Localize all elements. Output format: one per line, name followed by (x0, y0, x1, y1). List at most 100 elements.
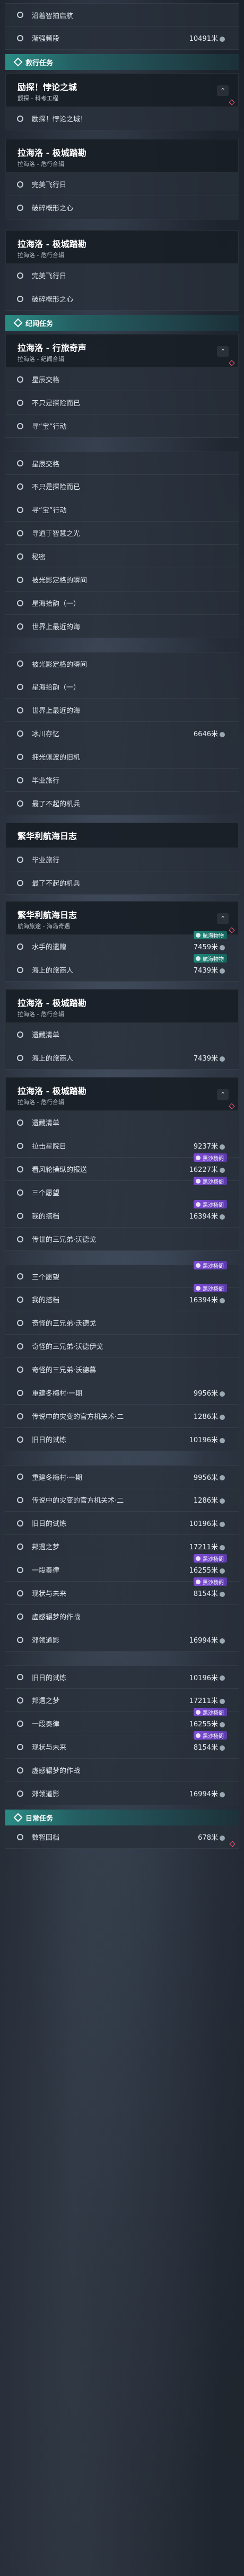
quest-row[interactable]: 旧日的试炼 10196米 (5, 1512, 239, 1535)
quest-row[interactable]: 现状与未来 8154米 黑沙杨阁 (5, 1731, 239, 1759)
quest-group-header[interactable]: 拉海洛 - 行旅奇声 拉海洛 - 纪闻合辑 ⌃ (5, 334, 239, 368)
quest-row[interactable]: 海上的旅商人 7439米 航海物物 (5, 954, 239, 982)
quest-label: 励探！悖论之城！ (32, 116, 88, 123)
quest-row[interactable]: 重建冬梅村·一期 9956米 (5, 1381, 239, 1405)
log-title: 繁华利航海日志 (18, 831, 77, 841)
quest-row[interactable]: 奇怪的三兄弟·沃德伊戈 (5, 1335, 239, 1358)
quest-label: 旧日的试炼 (32, 1436, 67, 1444)
quest-row[interactable]: 星海拾韵（一） (5, 592, 239, 615)
quest-status-circle-icon (17, 34, 23, 41)
quest-group-header[interactable]: 拉海洛 - 极城踏勘 拉海洛 - 危行合辑 (5, 139, 239, 173)
quest-row[interactable]: 旧日的试炼 10196米 (5, 1665, 239, 1689)
quest-group-header[interactable]: 励探！悖论之城 颤探 - 科考工程 ⌃ (5, 73, 239, 107)
quest-status-circle-icon (17, 1319, 23, 1326)
quest-row[interactable]: 郊领道影 16994米 (5, 1782, 239, 1805)
quest-status-circle-icon (17, 1343, 23, 1349)
quest-group-header[interactable]: 繁华利航海日志 航海旅途 - 海岛奇遇 ⌃ (5, 901, 239, 935)
collapse-chevron-icon[interactable]: ⌃ (217, 1089, 229, 1100)
quest-row[interactable]: 重建冬梅村·一期 9956米 (5, 1465, 239, 1488)
quest-row[interactable]: 遗藏清单 (5, 1111, 239, 1134)
group-subtitle: 拉海洛 - 危行合辑 (18, 1099, 64, 1106)
quest-row[interactable]: 不只是探险而已 (5, 391, 239, 414)
collapse-chevron-icon[interactable]: ⌃ (217, 913, 229, 924)
quest-row[interactable]: 破碎概形之心 (5, 196, 239, 219)
quest-row[interactable]: 旧日的试炼 10196米 (5, 1428, 239, 1451)
quest-row[interactable]: 励探！悖论之城！ (5, 107, 239, 130)
quest-row[interactable]: 不只是探险而已 (5, 475, 239, 498)
quest-row[interactable]: 星海拾韵（一） (5, 675, 239, 699)
quest-row[interactable]: 我的搭档 16394米 黑沙杨阁 (5, 1200, 239, 1228)
quest-row[interactable]: 完美飞行日 (5, 173, 239, 196)
section-title: 救行任务 (25, 59, 54, 67)
quest-group-header[interactable]: 拉海洛 - 极城踏勘 拉海洛 - 危行合辑 (5, 989, 239, 1023)
group-subtitle: 拉海洛 - 纪闻合辑 (18, 356, 64, 363)
quest-row[interactable]: 遗藏清单 (5, 1023, 239, 1046)
quest-row[interactable]: 传说中的灾变的官方机关术·二 1286米 (5, 1405, 239, 1428)
quest-row[interactable]: 奇怪的三兄弟·沃德戈 (5, 1311, 239, 1335)
marker-diamond-icon (229, 360, 235, 366)
badge-label: 黑沙杨阁 (203, 1263, 224, 1269)
quest-row[interactable]: 沿着智拍启航 (5, 3, 239, 27)
quest-row[interactable]: 毕业旅行 (5, 848, 239, 871)
quest-row[interactable]: 海上的旅商人 7439米 (5, 1046, 239, 1070)
quest-row[interactable]: 秘密 (5, 545, 239, 568)
quest-row[interactable]: 奇怪的三兄弟·沃德慕 (5, 1358, 239, 1381)
quest-reward: 16394米 (189, 1294, 225, 1304)
currency-icon (220, 1167, 225, 1173)
quest-row[interactable]: 寻道于智慧之光 (5, 522, 239, 545)
currency-icon (220, 1792, 225, 1797)
quest-row[interactable]: 完美飞行日 (5, 264, 239, 287)
quest-row[interactable]: 星辰交格 (5, 368, 239, 391)
quest-status-circle-icon (17, 1236, 23, 1242)
badge-label: 航海物物 (203, 956, 224, 963)
quest-row[interactable]: 传世的三兄弟·沃德戈 (5, 1228, 239, 1251)
quest-row[interactable]: 破碎概形之心 (5, 287, 239, 311)
quest-group-header[interactable]: 拉海洛 - 极城踏勘 拉海洛 - 危行合辑 (5, 230, 239, 264)
quest-status-circle-icon (17, 530, 23, 536)
quest-row[interactable]: 世界上最近的海 (5, 699, 239, 722)
quest-row[interactable]: 寻“宝”行动 (5, 414, 239, 438)
quest-row[interactable]: 数智回档 678米 (5, 1825, 239, 1849)
marker-diamond-icon (229, 1841, 236, 1847)
quest-row[interactable]: 被光影定格的瞬间 (5, 652, 239, 675)
event-badge: 黑沙杨阁 (194, 1284, 227, 1292)
badge-icon (196, 1556, 201, 1561)
quest-row[interactable]: 冰川存忆 6646米 (5, 722, 239, 745)
quest-row[interactable]: 渐强频段 10491米 (5, 27, 239, 50)
quest-row[interactable]: 被光影定格的瞬间 (5, 568, 239, 592)
section-diamond-icon (13, 57, 23, 67)
quest-row[interactable]: 虚感辗梦的作战 (5, 1759, 239, 1782)
log-header[interactable]: 繁华利航海日志 (5, 823, 239, 848)
quest-label: 旧日的试炼 (32, 1520, 67, 1528)
quest-row[interactable]: 星辰交格 (5, 452, 239, 475)
quest-label: 不只是探险而已 (32, 400, 81, 408)
quest-row[interactable]: 最了不起的机兵 (5, 871, 239, 895)
quest-row[interactable]: 最了不起的机兵 (5, 792, 239, 815)
quest-label: 一段奏律 (32, 1721, 60, 1728)
quest-row[interactable]: 郊领道影 16994米 (5, 1628, 239, 1652)
group-subtitle: 颤探 - 科考工程 (18, 95, 58, 102)
reward-value: 10196米 (189, 1520, 218, 1528)
quest-row[interactable]: 毕业旅行 (5, 769, 239, 792)
quest-row[interactable]: 拥光佩波的旧机 (5, 745, 239, 769)
reward-value: 16394米 (189, 1213, 218, 1221)
currency-icon (220, 1437, 225, 1443)
quest-status-circle-icon (17, 1054, 23, 1061)
currency-icon (220, 731, 225, 737)
quest-status-circle-icon (17, 12, 23, 18)
quest-group-header[interactable]: 拉海洛 - 极城踏勘 拉海洛 - 危行合辑 ⌃ (5, 1077, 239, 1111)
quest-label: 现状与未来 (32, 1744, 67, 1752)
quest-row[interactable]: 传说中的灾变的官方机关术·二 1286米 (5, 1488, 239, 1512)
quest-row[interactable]: 我的搭档 16394米 黑沙杨阁 (5, 1284, 239, 1311)
collapse-chevron-icon[interactable]: ⌃ (217, 346, 229, 357)
quest-status-circle-icon (17, 1790, 23, 1797)
section-header: 救行任务 (5, 54, 239, 70)
quest-row[interactable]: 虚感辗梦的作战 (5, 1605, 239, 1628)
quest-row[interactable]: 现状与未来 8154米 黑沙杨阁 (5, 1577, 239, 1605)
badge-label: 黑沙杨阁 (203, 1556, 224, 1563)
quest-row[interactable]: 寻“宝”行动 (5, 498, 239, 522)
group-title: 拉海洛 - 极城踏勘 (18, 1086, 86, 1096)
quest-row[interactable]: 世界上最近的海 (5, 615, 239, 638)
collapse-chevron-icon[interactable]: ⌃ (217, 85, 229, 96)
